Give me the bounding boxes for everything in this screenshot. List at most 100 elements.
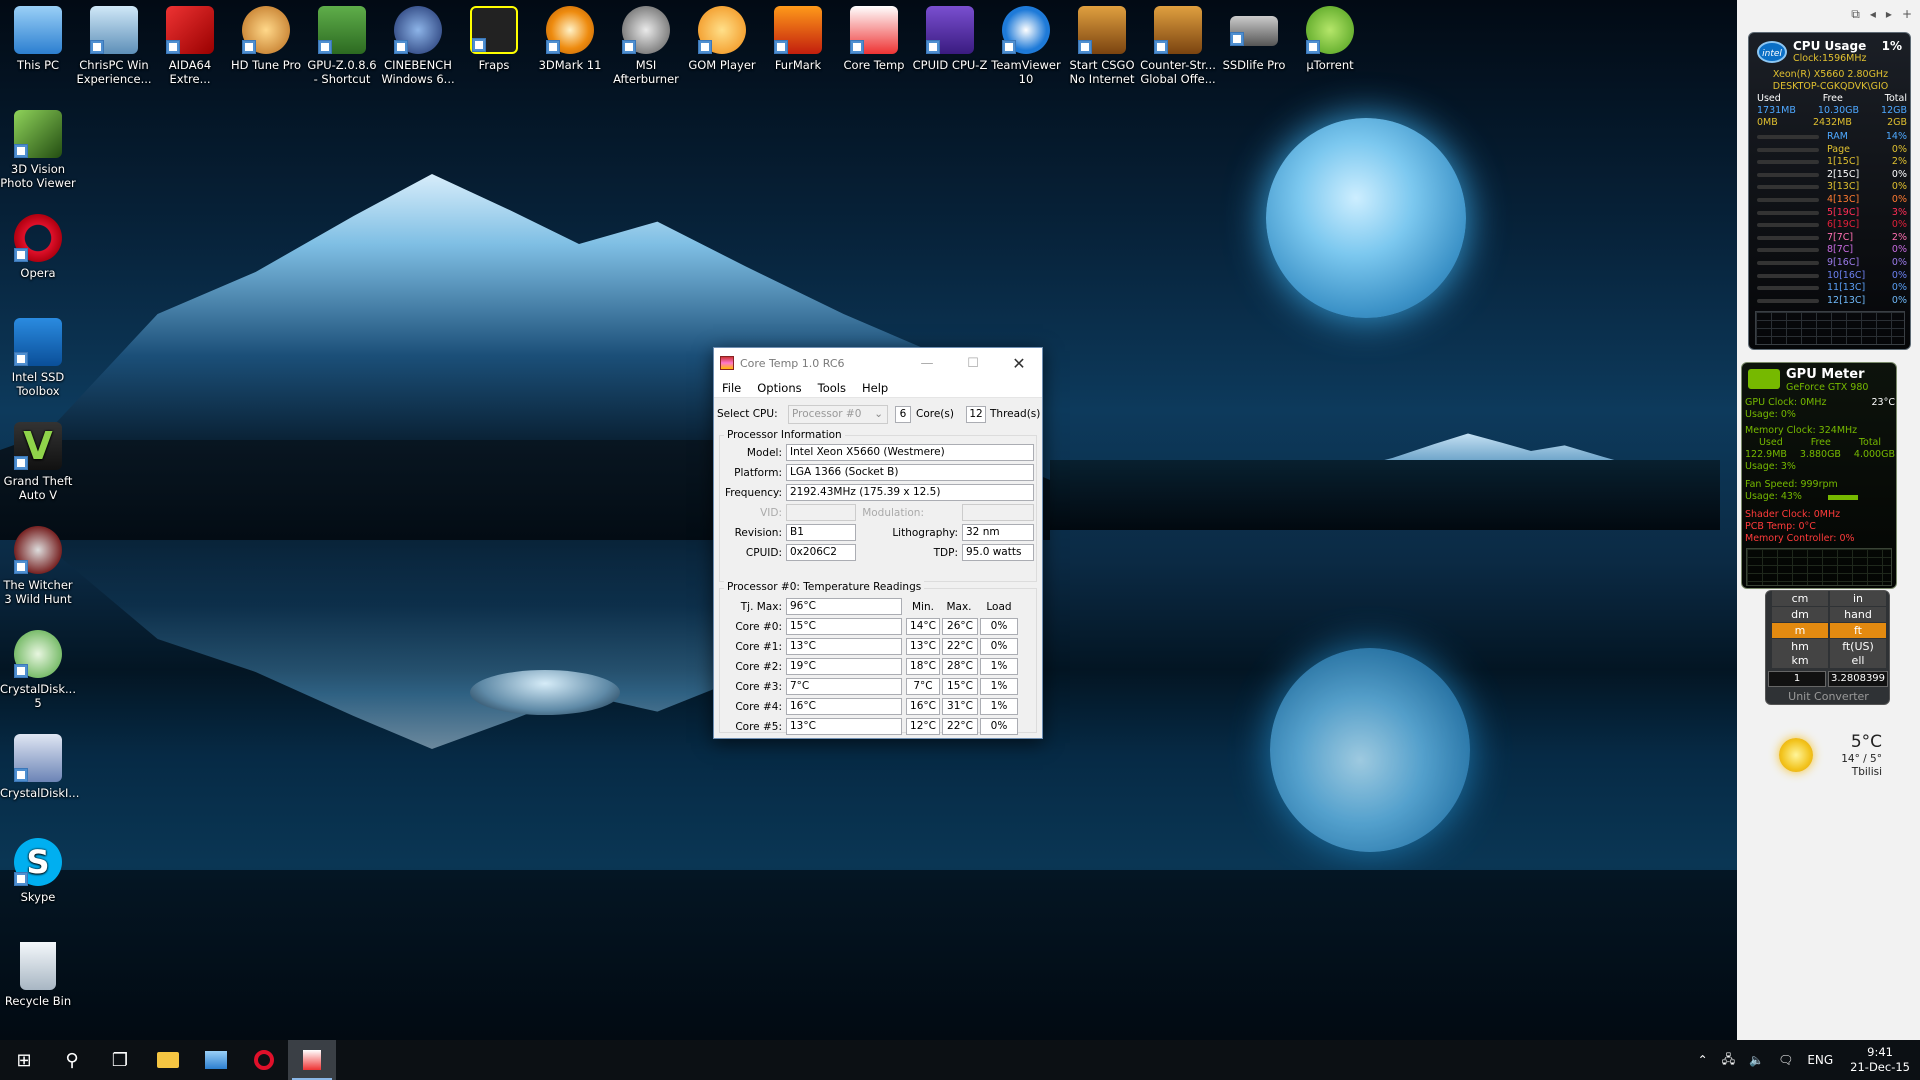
row-value: 0% [1891, 181, 1907, 193]
unit-left[interactable]: hm [1772, 639, 1828, 654]
desktop-icon-gpuz[interactable]: GPU-Z.0.8.6 - Shortcut [304, 6, 380, 86]
processor-select[interactable]: Processor #0 ⌄ [788, 405, 888, 424]
desktop-icon-cinebench[interactable]: CINEBENCH Windows 6... [380, 6, 456, 86]
desktop-icon-fraps[interactable]: Fraps [456, 6, 532, 72]
unit-right-selected[interactable]: ft [1830, 623, 1886, 638]
unit-left[interactable]: km [1772, 653, 1828, 668]
weather-gadget[interactable]: 5°C 14° / 5° Tbilisi [1765, 728, 1890, 786]
desktop-icon-furmark[interactable]: FurMark [760, 6, 836, 72]
desktop-icon-start-csgo[interactable]: Start CSGO No Internet [1064, 6, 1140, 86]
desktop-icon-this-pc[interactable]: This PC [0, 6, 76, 72]
row-name: 3[13C] [1827, 181, 1860, 193]
desktop-icon-3dmark[interactable]: 3DMark 11 [532, 6, 608, 72]
menu-help[interactable]: Help [854, 381, 896, 395]
clock-date: 21-Dec-15 [1850, 1060, 1910, 1074]
desktop-icon-skype[interactable]: S Skype [0, 838, 76, 904]
coretemp-title: Core Temp 1.0 RC6 [740, 356, 845, 370]
row-name: RAM [1827, 131, 1848, 142]
desktop-icon-recycle-bin[interactable]: Recycle Bin [0, 942, 76, 1008]
gpu-meter-gadget[interactable]: GPU Meter GeForce GTX 980 GPU Clock: 0MH… [1741, 362, 1897, 589]
unit-right[interactable]: hand [1830, 607, 1886, 622]
action-center-icon[interactable]: 🗨 [1771, 1053, 1800, 1067]
core-load: 1% [980, 698, 1018, 715]
minimize-button[interactable]: — [904, 348, 950, 378]
cpu-usage-gadget[interactable]: intel CPU Usage 1% Clock:1596MHz Xeon(R)… [1748, 32, 1911, 350]
unit-right[interactable]: in [1830, 591, 1886, 606]
desktop-icon-teamviewer[interactable]: TeamViewer 10 [988, 6, 1064, 86]
desktop-icon-opera[interactable]: Opera [0, 214, 76, 280]
modulation-label: Modulation: [862, 507, 924, 519]
unit-input-right[interactable]: 3.2808399 [1828, 671, 1888, 687]
clock[interactable]: 9:41 21-Dec-15 [1840, 1045, 1920, 1075]
desktop-icon-cpuz[interactable]: CPUID CPU-Z [912, 6, 988, 72]
cpu-core-row: RAM 14% [1757, 131, 1907, 143]
desktop-icon-intel-ssd[interactable]: Intel SSD Toolbox [0, 318, 76, 398]
frequency-label: Frequency: [724, 487, 782, 499]
desktop-icon-afterburner[interactable]: MSI Afterburner [608, 6, 684, 86]
row-name: 8[7C] [1827, 244, 1854, 256]
desktop-icon-3dvision[interactable]: 3D Vision Photo Viewer [0, 110, 76, 190]
menu-options[interactable]: Options [749, 381, 809, 395]
desktop-icon-gtav[interactable]: V Grand Theft Auto V [0, 422, 76, 502]
core-temp: 15°C [786, 618, 902, 635]
start-button[interactable]: ⊞ [0, 1040, 48, 1080]
sidebar-prev-icon[interactable]: ◂ [1870, 7, 1876, 21]
sidebar-add-icon[interactable]: + [1902, 7, 1912, 21]
maximize-button[interactable]: ☐ [950, 348, 996, 378]
desktop-icon-coretemp[interactable]: Core Temp [836, 6, 912, 72]
unit-right[interactable]: ell [1830, 653, 1886, 668]
desktop-icon-hdtune[interactable]: HD Tune Pro [228, 6, 304, 72]
desktop-icon-utorrent[interactable]: µTorrent [1292, 6, 1368, 72]
core-load: 0% [980, 718, 1018, 735]
temperature-title: Processor #0: Temperature Readings [724, 581, 925, 593]
unit-input-left[interactable]: 1 [1768, 671, 1826, 687]
row-name: 4[13C] [1827, 194, 1860, 205]
core-max: 26°C [942, 618, 978, 635]
core-min: 18°C [906, 658, 940, 675]
taskbar-app[interactable] [192, 1040, 240, 1080]
search-button[interactable]: ⚲ [48, 1040, 96, 1080]
cinebench-icon [394, 6, 442, 54]
language-indicator[interactable]: ENG [1800, 1053, 1840, 1067]
coretemp-titlebar[interactable]: Core Temp 1.0 RC6 — ☐ ✕ [714, 348, 1042, 378]
row-name: 11[13C] [1827, 282, 1866, 294]
unit-converter-gadget[interactable]: cm in dm hand m ft hm ft(US) km ell 1 3.… [1765, 590, 1890, 705]
desktop-icon-gom[interactable]: GOM Player [684, 6, 760, 72]
unit-right[interactable]: ft(US) [1830, 639, 1886, 654]
desktop-icon-crystaldisk-mark[interactable]: CrystalDisk... 5 [0, 630, 76, 710]
taskbar-coretemp[interactable] [288, 1040, 336, 1080]
taskbar-explorer[interactable] [144, 1040, 192, 1080]
gpu-mem-values: 122.9MB 3.880GB 4.000GB [1745, 449, 1895, 460]
menu-file[interactable]: File [714, 381, 749, 395]
desktop-icon-aida64[interactable]: AIDA64 Extre... [152, 6, 228, 86]
task-view-button[interactable]: ❐ [96, 1040, 144, 1080]
sidebar-next-icon[interactable]: ▸ [1886, 7, 1892, 21]
unit-left[interactable]: cm [1772, 591, 1828, 606]
coretemp-window[interactable]: Core Temp 1.0 RC6 — ☐ ✕ File Options Too… [713, 347, 1043, 739]
model-value: Intel Xeon X5660 (Westmere) [786, 444, 1034, 461]
desktop-icon-crystaldisk-info[interactable]: CrystalDiskI... [0, 734, 79, 800]
unit-left[interactable]: dm [1772, 607, 1828, 622]
row-name: 12[13C] [1827, 294, 1866, 306]
menu-tools[interactable]: Tools [810, 381, 854, 395]
cpu-core-row: 2[15C] 0% [1757, 169, 1907, 181]
sidebar-gadgets-icon[interactable]: ⧉ [1851, 7, 1860, 22]
network-icon[interactable]: 🖧 [1715, 1050, 1742, 1071]
taskbar-opera[interactable] [240, 1040, 288, 1080]
modulation-value [962, 504, 1034, 521]
weather-city: Tbilisi [1851, 766, 1882, 778]
desktop-icon-ssdlife[interactable]: SSDlife Pro [1216, 6, 1292, 72]
page-stats: 0MB 2432MB 2GB [1757, 117, 1907, 128]
unit-left-selected[interactable]: m [1772, 623, 1828, 638]
revision-value: B1 [786, 524, 856, 541]
3dmark-icon [546, 6, 594, 54]
close-button[interactable]: ✕ [996, 348, 1042, 378]
desktop-icon-csgo[interactable]: Counter-Str... Global Offe... [1140, 6, 1216, 86]
core-temp: 13°C [786, 718, 902, 735]
usage-bar [1757, 210, 1819, 215]
chevron-up-icon[interactable]: ⌃ [1691, 1053, 1715, 1067]
desktop-icon-witcher[interactable]: The Witcher 3 Wild Hunt [0, 526, 76, 606]
gpu-mem-header: Used Free Total [1758, 437, 1882, 448]
desktop-icon-chrispc[interactable]: ChrisPC Win Experience... [76, 6, 152, 86]
volume-icon[interactable]: 🔈 [1742, 1053, 1771, 1067]
